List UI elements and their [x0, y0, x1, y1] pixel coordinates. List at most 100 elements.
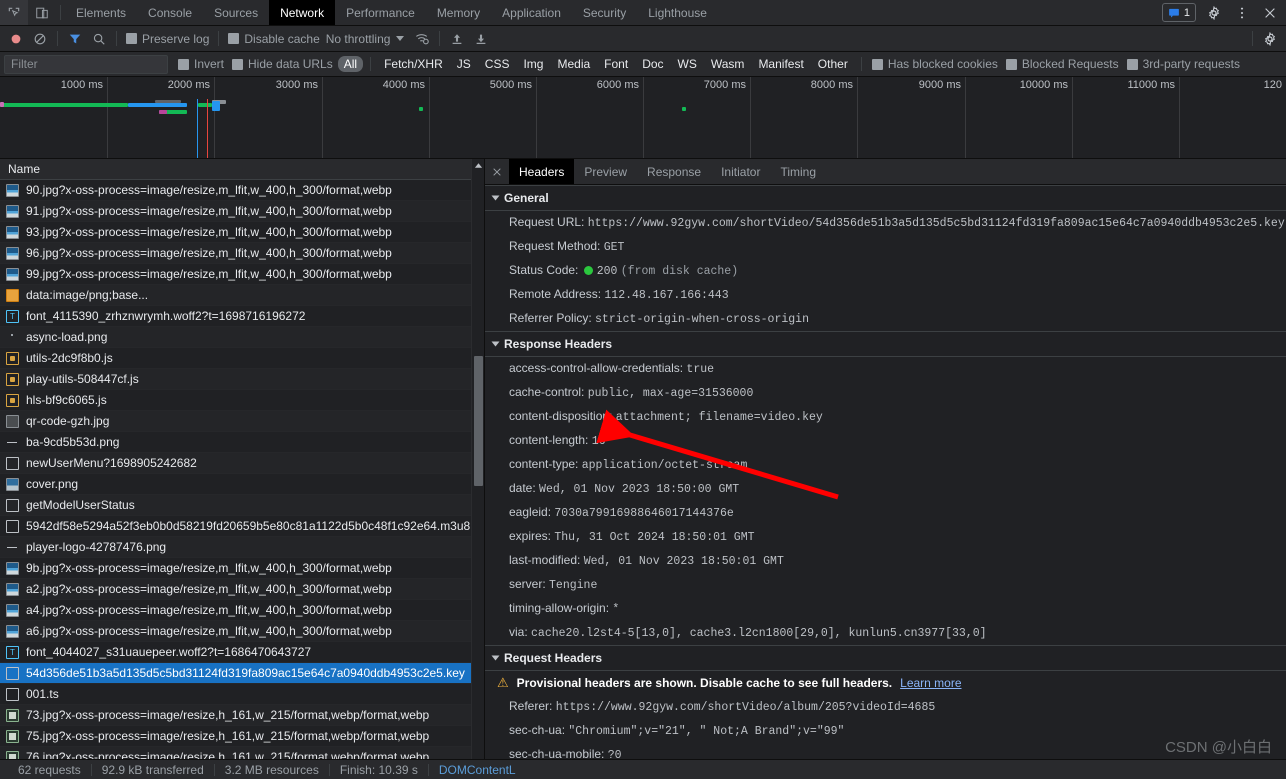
throttling-select[interactable]: No throttling — [324, 32, 411, 46]
headers-content[interactable]: General Request URL: https://www.92gyw.co… — [485, 185, 1286, 779]
close-icon[interactable] — [1256, 0, 1284, 25]
preserve-log-checkbox[interactable]: Preserve log — [122, 32, 213, 46]
filter-icon[interactable] — [63, 28, 87, 50]
panel-tab-elements[interactable]: Elements — [65, 0, 137, 25]
import-har-icon[interactable] — [445, 28, 469, 50]
type-filter-img[interactable]: Img — [517, 56, 549, 72]
request-name: font_4044027_s31uauepeer.woff2?t=1686470… — [26, 645, 312, 659]
filter-input[interactable] — [4, 54, 168, 74]
type-filter-fetch-xhr[interactable]: Fetch/XHR — [378, 56, 449, 72]
request-row[interactable]: 001.ts — [0, 684, 484, 705]
request-row[interactable]: hls-bf9c6065.js — [0, 390, 484, 411]
panel-tab-performance[interactable]: Performance — [335, 0, 426, 25]
type-filter-manifest[interactable]: Manifest — [752, 56, 809, 72]
message-badge[interactable]: 1 — [1161, 3, 1196, 22]
blocked-requests-checkbox[interactable]: Blocked Requests — [1002, 57, 1123, 71]
network-settings-gear-icon[interactable] — [1258, 28, 1282, 50]
record-button[interactable] — [4, 28, 28, 50]
third-party-requests-checkbox[interactable]: 3rd-party requests — [1123, 57, 1244, 71]
more-vertical-icon[interactable] — [1228, 0, 1256, 25]
request-list[interactable]: 90.jpg?x-oss-process=image/resize,m_lfit… — [0, 180, 484, 779]
invert-checkbox[interactable]: Invert — [174, 57, 228, 71]
request-row[interactable]: 90.jpg?x-oss-process=image/resize,m_lfit… — [0, 180, 484, 201]
type-filter-doc[interactable]: Doc — [636, 56, 669, 72]
request-list-scrollbar[interactable] — [471, 159, 484, 779]
request-row[interactable]: 75.jpg?x-oss-process=image/resize,h_161,… — [0, 726, 484, 747]
request-row[interactable]: 93.jpg?x-oss-process=image/resize,m_lfit… — [0, 222, 484, 243]
network-overview-timeline[interactable]: 1000 ms 2000 ms 3000 ms 4000 ms 5000 ms 6000 … — [0, 77, 1286, 159]
type-filter-js[interactable]: JS — [451, 56, 477, 72]
details-tabbar: Headers Preview Response Initiator Timing — [485, 159, 1286, 185]
request-row[interactable]: getModelUserStatus — [0, 495, 484, 516]
has-blocked-cookies-checkbox[interactable]: Has blocked cookies — [868, 57, 1002, 71]
panel-tab-console[interactable]: Console — [137, 0, 203, 25]
request-row[interactable]: qr-code-gzh.jpg — [0, 411, 484, 432]
overview-band-pink-start — [0, 102, 4, 107]
request-row[interactable]: cover.png — [0, 474, 484, 495]
details-tab-timing[interactable]: Timing — [770, 159, 826, 184]
request-row[interactable]: Tfont_4044027_s31uauepeer.woff2?t=168647… — [0, 642, 484, 663]
details-tab-headers[interactable]: Headers — [509, 159, 575, 184]
request-row[interactable]: a6.jpg?x-oss-process=image/resize,m_lfit… — [0, 621, 484, 642]
request-row[interactable]: 9b.jpg?x-oss-process=image/resize,m_lfit… — [0, 558, 484, 579]
request-row[interactable]: 91.jpg?x-oss-process=image/resize,m_lfit… — [0, 201, 484, 222]
timeline-tick-label: 5000 ms — [489, 79, 532, 91]
request-row[interactable]: a2.jpg?x-oss-process=image/resize,m_lfit… — [0, 579, 484, 600]
request-row[interactable]: 5942df58e5294a52f3eb0b0d58219fd20659b5e8… — [0, 516, 484, 537]
type-filter-font[interactable]: Font — [598, 56, 634, 72]
type-filter-css[interactable]: CSS — [479, 56, 516, 72]
search-icon[interactable] — [87, 28, 111, 50]
network-conditions-icon[interactable] — [410, 28, 434, 50]
request-row[interactable]: 73.jpg?x-oss-process=image/resize,h_161,… — [0, 705, 484, 726]
invert-label: Invert — [194, 57, 225, 71]
panel-tab-security[interactable]: Security — [572, 0, 637, 25]
section-header-general[interactable]: General — [485, 185, 1286, 211]
type-filter-all[interactable]: All — [337, 56, 364, 72]
section-header-request-headers[interactable]: Request Headers — [485, 645, 1286, 671]
timeline-gridline — [536, 77, 537, 158]
request-row[interactable]: player-logo-42787476.png — [0, 537, 484, 558]
request-row[interactable]: utils-2dc9f8b0.js — [0, 348, 484, 369]
header-row: via: cache20.l2st4-5[13,0], cache3.l2cn1… — [485, 621, 1286, 645]
scroll-up-arrow-icon[interactable] — [472, 159, 485, 172]
clear-button[interactable] — [28, 28, 52, 50]
scrollbar-thumb[interactable] — [474, 356, 483, 486]
request-row[interactable]: 99.jpg?x-oss-process=image/resize,m_lfit… — [0, 264, 484, 285]
panel-tab-memory[interactable]: Memory — [426, 0, 491, 25]
panel-tab-lighthouse[interactable]: Lighthouse — [637, 0, 718, 25]
details-tab-initiator[interactable]: Initiator — [711, 159, 770, 184]
section-title: Response Headers — [504, 337, 613, 351]
learn-more-link[interactable]: Learn more — [900, 676, 961, 690]
panel-tab-network[interactable]: Network — [269, 0, 336, 25]
type-filter-media[interactable]: Media — [551, 56, 596, 72]
type-filter-ws[interactable]: WS — [672, 56, 703, 72]
request-row[interactable]: data:image/png;base... — [0, 285, 484, 306]
panel-tab-application[interactable]: Application — [491, 0, 572, 25]
request-row[interactable]: a4.jpg?x-oss-process=image/resize,m_lfit… — [0, 600, 484, 621]
gear-icon[interactable] — [1200, 0, 1228, 25]
request-list-header[interactable]: Name — [0, 159, 484, 180]
close-details-icon[interactable] — [485, 159, 509, 184]
resource-type-filters: All Fetch/XHR JS CSS Img Media Font Doc WS Wasm Ma… — [337, 56, 855, 72]
request-name: a6.jpg?x-oss-process=image/resize,m_lfit… — [26, 624, 392, 638]
panel-tab-sources[interactable]: Sources — [203, 0, 269, 25]
request-row[interactable]: 54d356de51b3a5d135d5c5bd31124fd319fa809a… — [0, 663, 484, 684]
hide-data-urls-checkbox[interactable]: Hide data URLs — [228, 57, 337, 71]
type-filter-other[interactable]: Other — [812, 56, 854, 72]
header-row: Remote Address: 112.48.167.166:443 — [485, 283, 1286, 307]
request-row[interactable]: async-load.png — [0, 327, 484, 348]
type-filter-wasm[interactable]: Wasm — [705, 56, 751, 72]
details-tab-preview[interactable]: Preview — [574, 159, 637, 184]
disable-cache-checkbox[interactable]: Disable cache — [224, 32, 323, 46]
request-row[interactable]: ba-9cd5b53d.png — [0, 432, 484, 453]
request-row[interactable]: play-utils-508447cf.js — [0, 369, 484, 390]
device-toolbar-icon[interactable] — [28, 0, 56, 25]
request-row[interactable]: Tfont_4115390_zrhznwrymh.woff2?t=1698716… — [0, 306, 484, 327]
header-row: date: Wed, 01 Nov 2023 18:50:00 GMT — [485, 477, 1286, 501]
section-header-response-headers[interactable]: Response Headers — [485, 331, 1286, 357]
inspect-element-icon[interactable] — [0, 0, 28, 25]
export-har-icon[interactable] — [469, 28, 493, 50]
request-row[interactable]: newUserMenu?1698905242682 — [0, 453, 484, 474]
request-row[interactable]: 96.jpg?x-oss-process=image/resize,m_lfit… — [0, 243, 484, 264]
details-tab-response[interactable]: Response — [637, 159, 711, 184]
